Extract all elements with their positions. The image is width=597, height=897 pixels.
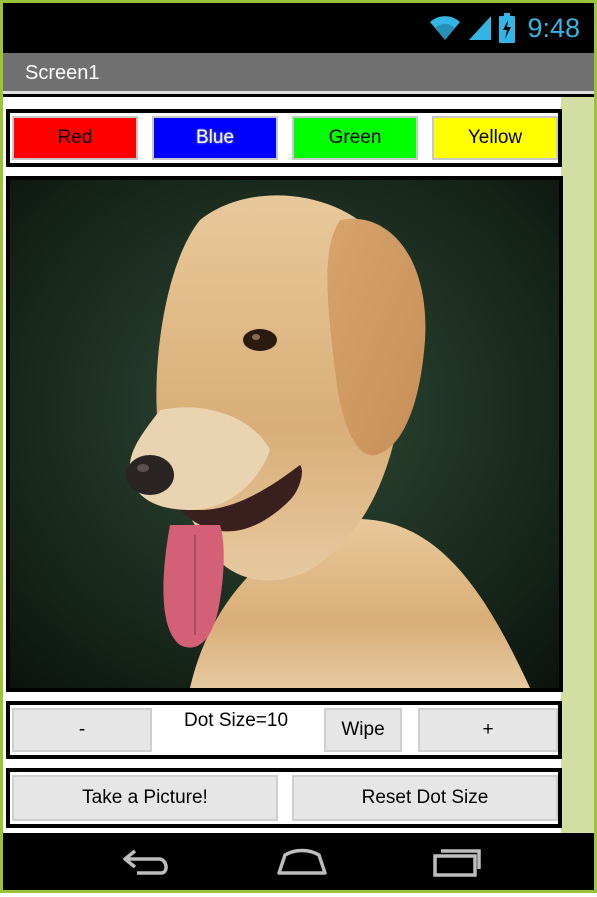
dog-photo xyxy=(10,180,559,688)
screen-content: Red Blue Green Yellow - Dot Size=10 Wipe… xyxy=(3,97,594,833)
signal-icon xyxy=(469,16,492,40)
increase-dot-size-button[interactable]: + xyxy=(418,708,558,752)
status-time: 9:48 xyxy=(527,12,580,43)
recent-apps-icon[interactable] xyxy=(431,847,483,877)
green-button[interactable]: Green xyxy=(292,116,418,160)
wipe-button[interactable]: Wipe xyxy=(324,708,402,752)
device-frame: 9:48 Screen1 Red Blue Green Yellow - Dot… xyxy=(0,0,597,893)
color-button-row: Red Blue Green Yellow xyxy=(6,109,562,167)
dot-size-controls-row: - Dot Size=10 Wipe + xyxy=(6,701,562,759)
yellow-button[interactable]: Yellow xyxy=(432,116,558,160)
screen-title: Screen1 xyxy=(25,62,100,84)
red-button[interactable]: Red xyxy=(12,116,138,160)
dot-size-label: Dot Size=10 xyxy=(183,710,289,731)
app-title-bar: Screen1 xyxy=(3,53,594,94)
drawing-canvas[interactable] xyxy=(6,176,563,692)
status-icons: 9:48 xyxy=(429,11,580,45)
home-icon[interactable] xyxy=(275,847,329,877)
reset-dot-size-button[interactable]: Reset Dot Size xyxy=(292,775,558,821)
side-strip xyxy=(561,97,594,833)
decrease-dot-size-button[interactable]: - xyxy=(12,708,152,752)
navigation-bar xyxy=(3,833,594,890)
battery-charging-icon xyxy=(499,13,516,43)
wifi-icon xyxy=(430,16,461,40)
blue-button[interactable]: Blue xyxy=(152,116,278,160)
status-bar: 9:48 xyxy=(3,3,594,53)
take-picture-button[interactable]: Take a Picture! xyxy=(12,775,278,821)
back-icon[interactable] xyxy=(121,847,173,877)
action-buttons-row: Take a Picture! Reset Dot Size xyxy=(6,768,562,828)
